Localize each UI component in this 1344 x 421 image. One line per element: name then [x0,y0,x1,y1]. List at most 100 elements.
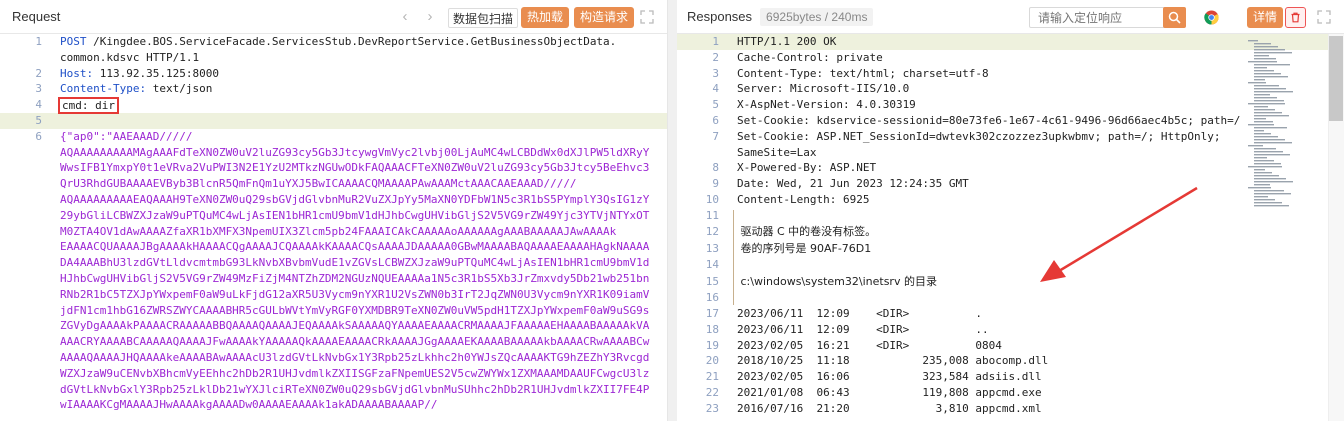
payload-text: wIAAAAKCgMAAAAJHwAAAAkgAAAADw0AAAAEAAAAk… [60,398,438,412]
chevron-left-icon[interactable]: ‹ [398,9,412,25]
minimap-line [1254,115,1289,117]
line-number [0,208,42,224]
line-number [0,176,42,192]
line-number [0,382,42,398]
code-line: 7 Set-Cookie: ASP.NET_SessionId=dwtevk302… [677,129,1344,145]
minimap-line [1248,187,1271,189]
annotation-arrow [1040,186,1198,282]
payload-text: EAAAACQUAAAAJBgAAAAkHAAAACQgAAAAJCQAAAAk… [60,240,650,254]
minimap-line [1248,166,1282,168]
construct-request-button[interactable]: 构造请求 [574,7,635,28]
response-text: 2023/02/05 16:21 <DIR> 0804 [737,338,1002,352]
response-text: Cache-Control: private [737,50,883,64]
response-text: 卷的序列号是 90AF-76D1 [737,241,872,255]
code-line-active: 5 [0,112,667,129]
clear-button[interactable] [1285,7,1306,28]
expand-icon[interactable] [1317,10,1331,24]
code-line: 6 Set-Cookie: kdservice-sessionid=80e73fe… [677,113,1344,129]
line-number: 17 [705,307,719,321]
minimap-line [1254,79,1265,81]
payload-text: RNb2R1bC5TZXJpYWxpemF0aW9uLkFjdG12aXR5U3… [60,287,650,301]
request-body[interactable]: 1 POST /Kingdee.BOS.ServiceFacade.Servic… [0,34,667,413]
payload-text: AAAAQAAAAJHQAAAAkeAAAABAwAAAAcU3lzdGVtLk… [60,350,650,364]
line-number: 1 [712,35,719,48]
code-line: 19 2023/02/05 16:21 <DIR> 0804 [677,338,1344,354]
code-line: 2 Cache-Control: private [677,50,1344,66]
response-text: X-Powered-By: ASP.NET [737,161,877,175]
code-line: 20 2018/10/25 11:18 235,008 abocomp.dll [677,353,1344,369]
code-line: 13 卷的序列号是 90AF-76D1 [677,241,1344,258]
payload-text: AAACRYAAAABCAAAAAQAAAAJFwAAAAkYAAAAAQkAA… [60,335,650,349]
minimap-line [1248,124,1274,126]
line-number: 15 [705,274,719,288]
code-line: 15 c:\windows\system32\inetsrv 的目录 [677,274,1344,291]
code-line: 12 驱动器 C 中的卷没有标签。 [677,224,1344,241]
minimap-line [1248,82,1266,84]
fold-guide [733,210,734,305]
line-number [0,145,42,161]
code-line: dGVtLkNvbGxlY3Rpb25zLklDb21wYXJlciRTeXN0… [0,382,667,398]
minimap-line [1254,85,1279,87]
scrollbar-thumb[interactable] [1329,36,1343,121]
response-text: Server: Microsoft-IIS/10.0 [737,82,910,96]
payload-text: ZGVyDgAAAAkPAAAACRAAAAABBQAAAAQAAAAJEQAA… [60,319,650,333]
line-number [0,239,42,255]
response-body[interactable]: 1 HTTP/1.1 200 OK 2 Cache-Control: private 3… [677,34,1344,417]
chrome-icon[interactable] [1204,10,1219,25]
line-number [0,334,42,350]
code-line: 3 Content-Type: text/json [35,82,213,96]
line-number: 3 [712,66,719,80]
minimap-line [1254,109,1275,111]
chevron-right-icon[interactable]: › [423,9,437,25]
code-line: 10 Content-Length: 6925 [677,192,1344,208]
minimap-line [1254,133,1271,135]
minimap-line [1254,130,1264,132]
details-button[interactable]: 详情 [1247,7,1284,28]
line-number: 18 [705,322,719,336]
packet-scan-button[interactable]: 数据包扫描 [448,8,519,28]
code-line: 2 Host: 113.92.35.125:8000 [35,66,219,80]
minimap-line [1254,58,1276,60]
minimap-line [1254,94,1270,96]
code-line: 11 [677,208,1344,225]
code-line: 3 Content-Type: text/html; charset=utf-8 [677,66,1344,82]
hot-load-button[interactable]: 热加载 [521,7,570,28]
locate-response-input[interactable] [1029,7,1185,28]
code-line: ZGVyDgAAAAkPAAAACRAAAAABBQAAAAQAAAAJEQAA… [0,318,667,334]
code-line: AQAAAAAAAAAEAQAAAH9TeXN0ZW0uQ29sbGVjdGlv… [0,192,667,208]
response-text: 2016/07/16 21:20 3,810 appcmd.xml [737,401,1042,415]
response-text: 2023/02/05 16:06 323,584 adsiis.dll [737,370,1042,384]
code-line: 23 2016/07/16 21:20 3,810 appcmd.xml [677,401,1344,417]
code-line: SameSite=Lax [677,145,1344,161]
minimap-line [1254,160,1274,162]
code-line-active: 1 HTTP/1.1 200 OK [677,34,1344,50]
pane-divider[interactable] [668,0,677,421]
minimap-line [1254,52,1292,54]
response-text: HTTP/1.1 200 OK [737,35,837,48]
expand-icon[interactable] [640,10,654,24]
line-number: 23 [705,401,719,415]
line-number: 10 [705,192,719,206]
minimap-line [1254,154,1290,156]
payload-text: 29ybGliLCBWZXJzaW9uPTQuMC4wLjAsIEN1bHR1c… [60,208,650,222]
minimap-line [1254,151,1283,153]
line-number [0,287,42,303]
line-number: 6 [712,113,719,127]
payload-text: dGVtLkNvbGxlY3Rpb25zLklDb21wYXJlciRTeXN0… [60,382,650,396]
code-line: common.kdsvc HTTP/1.1 [60,50,200,64]
response-header: Responses 6925bytes / 240ms [677,0,1344,34]
line-number [0,318,42,334]
cmd-header-highlight: cmd: dir [58,97,119,115]
response-text [719,208,737,225]
code-line: 17 2023/06/11 12:09 <DIR> . [677,306,1344,322]
response-text [719,290,737,306]
minimap-line [1254,97,1277,99]
code-minimap[interactable] [1248,40,1298,210]
minimap-line [1254,139,1285,141]
minimap-line [1254,73,1281,75]
minimap-line [1254,49,1285,51]
minimap-line [1254,163,1281,165]
response-pane: Responses 6925bytes / 240ms 详情 1 HTTP/1.1… [677,0,1344,421]
line-number: 2 [712,50,719,64]
search-button[interactable] [1163,7,1186,28]
